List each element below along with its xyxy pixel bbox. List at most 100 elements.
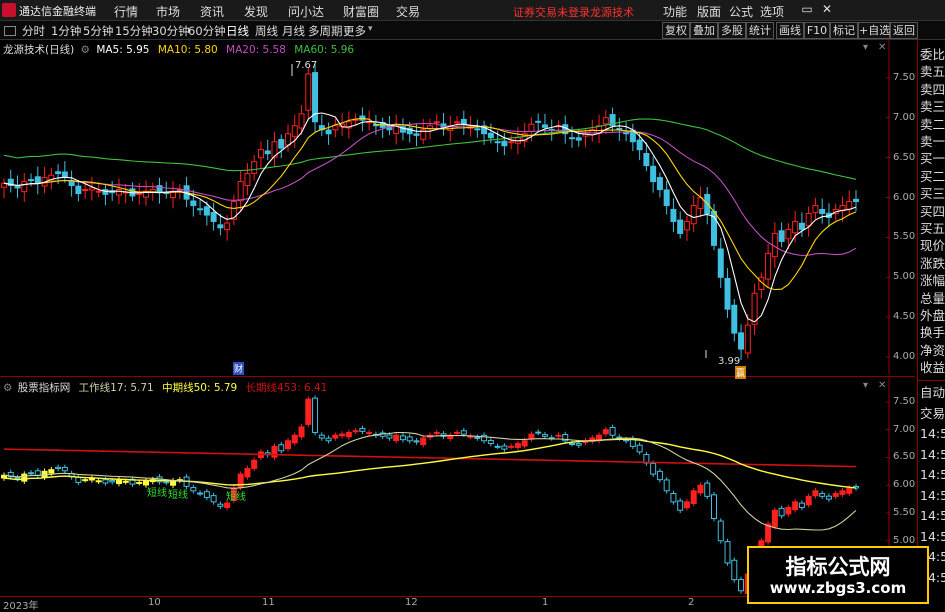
period-1min[interactable]: 1分钟	[51, 23, 81, 39]
cai-marker[interactable]: 财	[233, 362, 245, 375]
side-panel-divider	[918, 380, 945, 381]
menu-faxian[interactable]: 发现	[244, 3, 268, 20]
auto-trade-label[interactable]: 交易	[920, 406, 945, 421]
trade-status-text[interactable]: 证券交易未登录	[513, 4, 590, 20]
x-tick-2023: 2023年	[3, 601, 39, 612]
indicator-bar	[366, 431, 373, 434]
quote-field-label: 外盘	[920, 308, 945, 323]
fanhui-button[interactable]: 返回	[890, 22, 918, 39]
indicator-bar	[393, 434, 400, 442]
indicator-bar	[487, 439, 494, 445]
toolbar-banmian[interactable]: 版面	[697, 3, 721, 20]
indicator-bar	[34, 470, 41, 476]
indicator-bar	[575, 443, 582, 446]
candle-body	[569, 137, 575, 140]
indicator-bar	[420, 437, 427, 446]
indicator-bar	[210, 495, 217, 503]
candle-body	[717, 248, 724, 278]
indicator-bar	[28, 472, 35, 475]
indicator-bar	[251, 459, 258, 469]
menu-wenxiaoda[interactable]: 问小达	[288, 3, 324, 20]
indicator-bar	[521, 440, 528, 447]
toolbar-xuanxiang[interactable]: 选项	[760, 3, 784, 20]
candle-body	[785, 228, 792, 240]
indicator-bar	[514, 443, 521, 448]
y-tick-label: 5.50	[893, 231, 916, 243]
quote-field-label: 换手	[920, 325, 945, 341]
menu-hangqing[interactable]: 行情	[114, 3, 138, 20]
indicator-bar	[528, 433, 535, 440]
candle-body	[643, 153, 650, 167]
indicator-bar	[609, 426, 616, 436]
indicator-bar	[711, 494, 717, 520]
candle-body	[460, 118, 467, 125]
period-60min[interactable]: 60分钟	[188, 23, 226, 39]
menu-caifuquan[interactable]: 财富圈	[343, 3, 379, 20]
candle-body	[650, 165, 657, 183]
ying-marker[interactable]: 赢	[735, 366, 747, 379]
diejia-button[interactable]: 叠加	[690, 22, 718, 39]
indicator-bar	[21, 473, 28, 482]
indicator-bar	[541, 434, 548, 437]
quote-field-label: 净资	[920, 342, 945, 358]
indicator-bar	[271, 445, 278, 458]
more-chevron-icon[interactable]: ▾	[368, 24, 373, 34]
period-multi[interactable]: 多周期	[308, 23, 343, 39]
indicator-bar	[305, 398, 312, 425]
main-kline-chart[interactable]	[0, 40, 890, 375]
indicator-bar	[602, 429, 609, 435]
auto-trade-label[interactable]: 自动	[920, 386, 945, 400]
candle-body	[846, 201, 853, 210]
f10-button[interactable]: F10	[804, 22, 830, 39]
period-daily[interactable]: 日线	[226, 23, 249, 39]
quote-field-label: 买五	[920, 221, 945, 236]
toolbar-gongshi[interactable]: 公式	[729, 3, 753, 20]
candle-body	[203, 206, 210, 216]
candle-body	[298, 113, 305, 129]
indicator-bar	[318, 434, 325, 439]
indicator-bar	[413, 440, 420, 443]
sub-y-tick-label: 5.50	[893, 507, 916, 518]
menu-jiaoyi[interactable]: 交易	[396, 3, 420, 20]
candle-body	[82, 189, 89, 192]
indicator-bar	[535, 431, 542, 434]
candle-body	[501, 140, 508, 147]
menu-zixun[interactable]: 资讯	[200, 3, 224, 20]
toolbar-gongneng[interactable]: 功能	[663, 3, 687, 20]
period-more[interactable]: 更多	[343, 23, 366, 39]
period-15min[interactable]: 15分钟	[115, 23, 153, 39]
candle-body	[95, 190, 102, 193]
candle-body	[677, 219, 684, 234]
layout-icon[interactable]	[4, 26, 16, 36]
add-watchlist-button[interactable]: +自选	[858, 22, 890, 39]
biaoji-button[interactable]: 标记	[830, 22, 858, 39]
period-5min[interactable]: 5分钟	[83, 23, 113, 39]
panel-divider	[0, 376, 915, 377]
quote-field-label: 涨跌	[920, 255, 945, 271]
period-30min[interactable]: 30分钟	[152, 23, 190, 39]
menu-shichang[interactable]: 市场	[156, 3, 180, 20]
sub-y-tick-label: 6.50	[893, 451, 916, 463]
x-tick-11: 11	[262, 597, 275, 608]
candle-body	[602, 117, 609, 125]
restore-window-icon[interactable]: ▭	[800, 2, 814, 16]
candle-body	[798, 222, 805, 230]
tongji-button[interactable]: 统计	[746, 22, 774, 39]
indicator-bar	[454, 431, 461, 434]
period-weekly[interactable]: 周线	[255, 23, 278, 39]
candle-body	[257, 149, 264, 159]
close-window-icon[interactable]: ✕	[820, 2, 834, 16]
indicator-bar	[339, 433, 346, 437]
period-fenshi[interactable]: 分时	[22, 23, 45, 39]
indicator-bar	[690, 490, 697, 504]
candle-body	[413, 133, 420, 136]
tick-time-label: 14:5	[920, 446, 945, 462]
candle-body	[819, 208, 826, 214]
fuquan-button[interactable]: 复权	[662, 22, 690, 39]
period-monthly[interactable]: 月线	[282, 23, 305, 39]
duogu-button[interactable]: 多股	[718, 22, 746, 39]
candle-body	[683, 220, 690, 231]
candle-body	[251, 161, 258, 174]
huaxian-button[interactable]: 画线	[776, 22, 804, 39]
y-tick-label: 7.00	[893, 111, 916, 123]
